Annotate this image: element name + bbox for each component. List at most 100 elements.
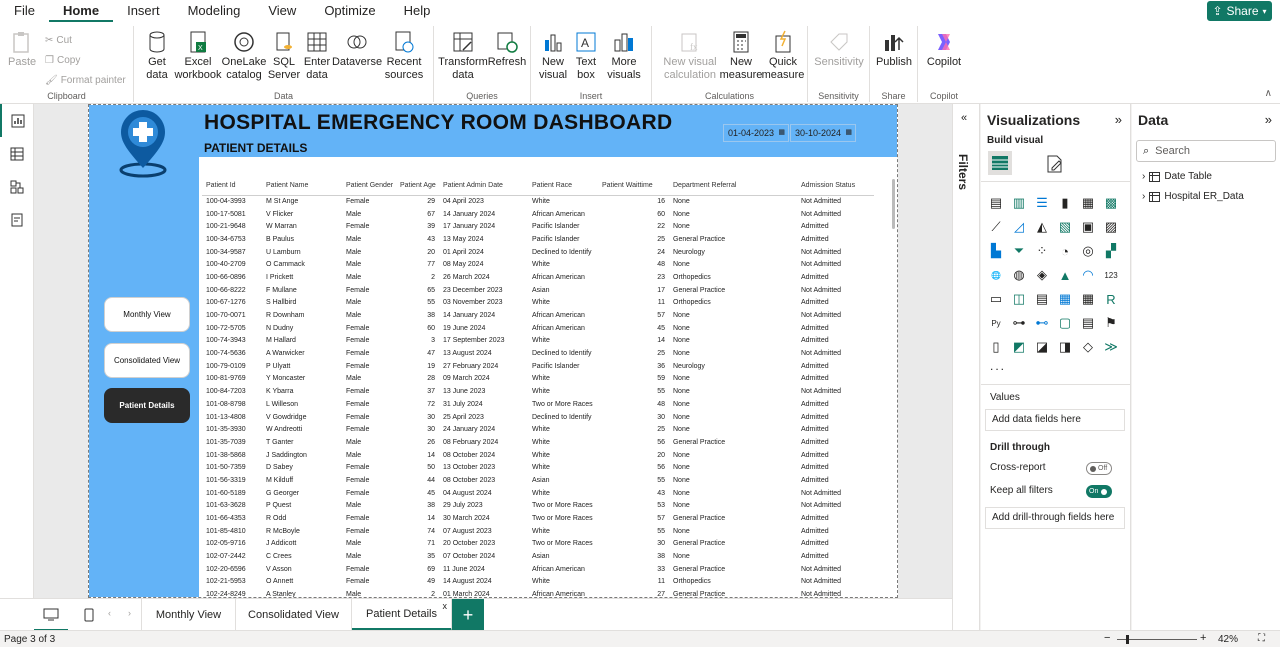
ribbon-chart-icon[interactable]: ▧	[1056, 218, 1074, 236]
dax-query-view-icon[interactable]	[0, 203, 34, 236]
collapse-left-icon[interactable]: «	[961, 112, 967, 124]
waterfall-icon[interactable]: ▙	[987, 242, 1005, 260]
excel-workbook-button[interactable]: X Excel workbook	[174, 30, 222, 82]
shape-map-icon[interactable]: ◈	[1033, 266, 1051, 284]
table-row[interactable]: 100-21-9648 W Marran Female 39 17 January 20…	[202, 220, 874, 233]
cut-button[interactable]: ✂ Cut	[45, 35, 72, 46]
table-row[interactable]: 101-38-5868 J Saddington Male 14 08 October …	[202, 449, 874, 462]
table-row[interactable]: 101-35-3930 W Andreotti Female 30 24 January…	[202, 423, 874, 436]
line-stacked-column-icon[interactable]: ▨	[1102, 218, 1120, 236]
onelake-catalog-button[interactable]: OneLake catalog	[222, 30, 266, 82]
keep-all-filters-toggle[interactable]: On	[1086, 485, 1112, 498]
kpi-icon[interactable]: ◫	[1010, 290, 1028, 308]
collapse-right-icon[interactable]: »	[1115, 112, 1122, 127]
table-row[interactable]: 102-21-5953 O Annett Female 49 14 August 202…	[202, 576, 874, 589]
table-scrollbar[interactable]	[892, 179, 895, 229]
page-tab-monthly-view[interactable]: Monthly View	[141, 599, 236, 631]
table-row[interactable]: 100-74-5636 A Warwicker Female 47 13 August …	[202, 347, 874, 360]
new-visual-calculation-button[interactable]: fx New visual calculation	[658, 30, 722, 82]
paste-button[interactable]: Paste	[8, 30, 36, 69]
column-header[interactable]: Patient Gender	[342, 177, 396, 196]
transform-data-button[interactable]: Transform data	[438, 30, 488, 82]
zoom-slider-thumb[interactable]	[1126, 635, 1129, 644]
zoom-out-icon[interactable]: −	[1104, 632, 1110, 644]
stacked-column-icon[interactable]: ▥	[1010, 194, 1028, 212]
100-column-icon[interactable]: ▩	[1102, 194, 1120, 212]
filled-map-icon[interactable]: ◍	[1010, 266, 1028, 284]
line-chart-icon[interactable]: ⟋	[987, 218, 1005, 236]
table-row[interactable]: 101-66-4353 R Odd Female 14 30 March 2024 Two…	[202, 512, 874, 525]
table-row[interactable]: 100-17-5081 V Flicker Male 67 14 January 202…	[202, 208, 874, 221]
publish-button[interactable]: Publish	[876, 30, 912, 69]
sensitivity-button[interactable]: Sensitivity	[814, 30, 864, 69]
text-box-button[interactable]: A Text box	[571, 30, 601, 82]
table-row[interactable]: 100-66-0896 I Prickett Male 2 26 March 2024 A…	[202, 271, 874, 284]
table-row[interactable]: 101-50-7359 D Sabey Female 50 13 October 202…	[202, 461, 874, 474]
table-row[interactable]: 102-20-6596 V Asson Female 69 11 June 2024 Af…	[202, 563, 874, 576]
copy-button[interactable]: ❐ Copy	[45, 55, 80, 66]
share-button[interactable]: ⇪ Share ▾	[1207, 1, 1272, 21]
100-bar-icon[interactable]: ▦	[1079, 194, 1097, 212]
more-visuals-button[interactable]: More visuals	[603, 30, 645, 82]
table-row[interactable]: 100-66-8222 F Mullane Female 65 23 December …	[202, 284, 874, 297]
page-tab-patient-details[interactable]: Patient Details x	[352, 599, 452, 631]
table-row[interactable]: 100-34-9587 U Lamburn Male 20 01 April 2024 D…	[202, 246, 874, 259]
get-data-button[interactable]: Get data	[140, 30, 174, 82]
drill-through-field-well[interactable]: Add drill-through fields here	[985, 507, 1125, 529]
quick-measure-button[interactable]: Quick measure	[762, 30, 804, 82]
column-header[interactable]: Patient Waittime	[598, 177, 669, 196]
enter-data-button[interactable]: Enter data	[302, 30, 332, 82]
table-row[interactable]: 100-40-2709 O Cammack Male 77 08 May 2024 Whi…	[202, 258, 874, 271]
page-tab-consolidated-view[interactable]: Consolidated View	[236, 599, 352, 631]
table-row[interactable]: 101-85-4810 R McBoyle Female 74 07 August 20…	[202, 525, 874, 538]
power-apps-icon[interactable]: ◩	[1010, 338, 1028, 356]
table-row[interactable]: 100-67-1276 S Hallbird Male 55 03 November 2…	[202, 297, 874, 310]
cross-report-toggle[interactable]: Off	[1086, 462, 1112, 475]
data-table-item-date-table[interactable]: › Date Table	[1142, 171, 1212, 182]
scroll-tabs-left-icon[interactable]: ‹	[108, 608, 111, 618]
menu-optimize[interactable]: Optimize	[310, 0, 389, 22]
stacked-bar-icon[interactable]: ▤	[987, 194, 1005, 212]
power-automate-icon[interactable]: ◪	[1033, 338, 1051, 356]
zoom-in-icon[interactable]: +	[1200, 632, 1206, 644]
r-visual-icon[interactable]: R	[1102, 290, 1120, 308]
search-input[interactable]: Search	[1155, 145, 1190, 157]
table-row[interactable]: 100-34-6753 B Paulus Male 43 13 May 2024 Paci…	[202, 233, 874, 246]
table-row[interactable]: 100-84-7203 K Ybarra Female 37 13 June 2023 W…	[202, 385, 874, 398]
clustered-bar-icon[interactable]: ☰	[1033, 194, 1051, 212]
data-table-item-hospital-er[interactable]: › Hospital ER_Data	[1142, 191, 1244, 202]
paginated-report-icon[interactable]: ▯	[987, 338, 1005, 356]
menu-file[interactable]: File	[0, 0, 49, 22]
azure-map-icon[interactable]: ▲	[1056, 266, 1074, 284]
key-influencers-icon[interactable]: ⊶	[1010, 314, 1028, 332]
area-chart-icon[interactable]: ◿	[1010, 218, 1028, 236]
menu-help[interactable]: Help	[390, 0, 445, 22]
line-column-icon[interactable]: ▣	[1079, 218, 1097, 236]
chevrons-icon[interactable]: ≫	[1102, 338, 1120, 356]
stacked-area-icon[interactable]: ◭	[1033, 218, 1051, 236]
card-icon[interactable]: 123	[1102, 266, 1120, 284]
date-from-input[interactable]: 01-04-2023 ▦	[723, 124, 789, 142]
scatter-icon[interactable]: ⁘	[1033, 242, 1051, 260]
pie-chart-icon[interactable]: ◔	[1056, 242, 1074, 260]
multi-card-icon[interactable]: ▭	[987, 290, 1005, 308]
copilot-button[interactable]: Copilot	[924, 30, 964, 69]
column-header[interactable]: Patient Race	[528, 177, 598, 196]
model-view-icon[interactable]	[0, 170, 34, 203]
azure-ml-icon[interactable]: ◨	[1056, 338, 1074, 356]
map-icon[interactable]: 🌐	[987, 266, 1005, 284]
table-row[interactable]: 100-70-0071 R Downham Male 38 14 January 202…	[202, 309, 874, 322]
date-to-input[interactable]: 30-10-2024 ▦	[790, 124, 856, 142]
gauge-icon[interactable]: ◠	[1079, 266, 1097, 284]
build-visual-tab[interactable]	[988, 151, 1012, 175]
collapse-ribbon-icon[interactable]: ∧	[1265, 88, 1272, 99]
qa-icon[interactable]: ▢	[1056, 314, 1074, 332]
table-row[interactable]: 100-72-5705 N Dudny Female 60 19 June 2024 Af…	[202, 322, 874, 335]
goals-icon[interactable]: ⚑	[1102, 314, 1120, 332]
column-header[interactable]: Patient Name	[262, 177, 342, 196]
decomposition-tree-icon[interactable]: ⊷	[1033, 314, 1051, 332]
format-painter-button[interactable]: 🖌 Format painter	[45, 75, 126, 86]
diamond-visual-icon[interactable]: ◇	[1079, 338, 1097, 356]
table-visual-icon[interactable]: ▦	[1056, 290, 1074, 308]
menu-view[interactable]: View	[254, 0, 310, 22]
